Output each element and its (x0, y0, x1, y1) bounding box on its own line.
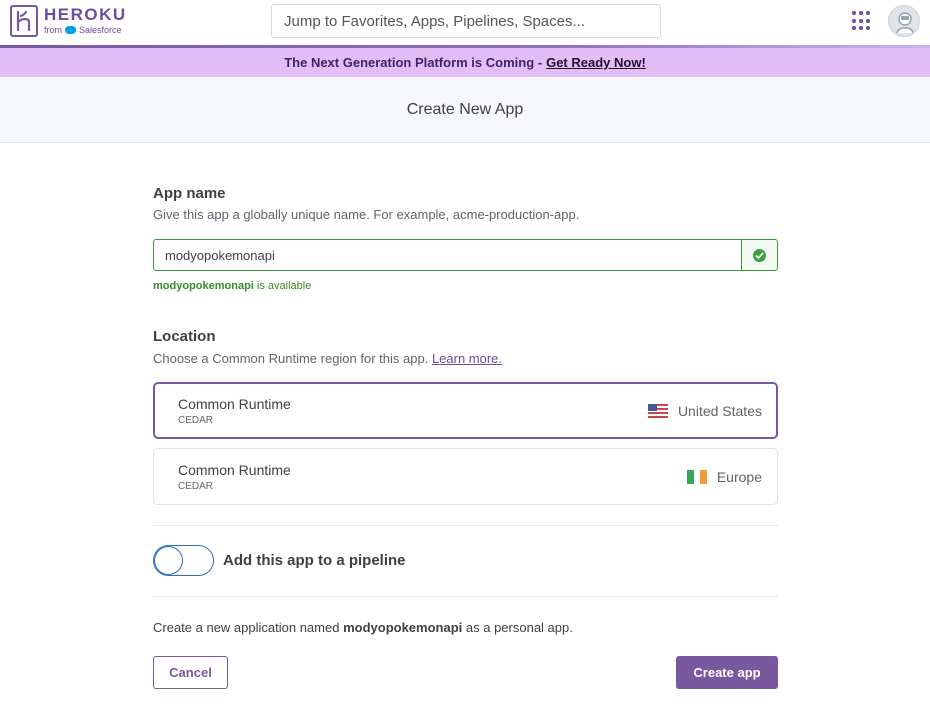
create-summary: Create a new application named modyopoke… (153, 620, 573, 635)
banner-text: The Next Generation Platform is Coming - (284, 55, 543, 70)
region-place: United States (677, 403, 762, 419)
region-title: Common Runtime (178, 396, 291, 412)
available-app-name: modyopokemonapi (153, 280, 254, 292)
us-flag-icon (647, 404, 668, 418)
search-input[interactable] (271, 4, 661, 38)
available-suffix: is available (256, 280, 312, 292)
location-hint-text: Choose a Common Runtime region for this … (153, 351, 429, 366)
summary-prefix: Create a new application named (153, 620, 340, 635)
summary-suffix: as a personal app. (465, 620, 573, 635)
availability-message: modyopokemonapi is available (153, 280, 311, 292)
pipeline-toggle[interactable] (153, 545, 214, 576)
app-name-input[interactable] (153, 239, 741, 271)
learn-more-link[interactable]: Learn more. (432, 351, 502, 366)
pipeline-toggle-label: Add this app to a pipeline (223, 552, 406, 569)
region-subtitle: CEDAR (178, 481, 214, 492)
logo-from-salesforce: from Salesforce (44, 25, 122, 35)
cancel-button[interactable]: Cancel (153, 656, 228, 689)
region-subtitle: CEDAR (178, 415, 214, 426)
availability-indicator (741, 239, 778, 271)
location-hint: Choose a Common Runtime region for this … (153, 351, 502, 366)
announcement-banner: The Next Generation Platform is Coming -… (0, 48, 930, 77)
region-title: Common Runtime (178, 462, 291, 478)
app-launcher-grid-icon[interactable] (852, 11, 872, 31)
salesforce-cloud-icon (65, 26, 76, 34)
page-title: Create New App (406, 100, 524, 118)
summary-app-name: modyopokemonapi (343, 620, 463, 635)
app-name-label: App name (153, 185, 226, 202)
ireland-flag-icon (686, 470, 707, 484)
region-option-europe[interactable]: Common Runtime CEDAR Europe (153, 448, 778, 505)
logo-from-label: from (44, 25, 62, 35)
region-place: Europe (716, 469, 762, 485)
user-avatar-icon (896, 12, 914, 34)
section-divider (153, 525, 778, 526)
create-app-button[interactable]: Create app (676, 656, 778, 689)
top-header: HEROKU from Salesforce (0, 0, 930, 46)
location-label: Location (153, 328, 216, 345)
app-name-hint: Give this app a globally unique name. Fo… (153, 207, 580, 222)
region-location: Europe (686, 469, 762, 485)
check-circle-icon (753, 249, 766, 262)
banner-link[interactable]: Get Ready Now! (546, 55, 646, 70)
page-title-bar: Create New App (0, 77, 930, 143)
section-divider (153, 596, 778, 597)
heroku-logo-icon[interactable] (10, 5, 38, 37)
user-avatar[interactable] (888, 5, 920, 37)
region-option-united-states[interactable]: Common Runtime CEDAR United States (153, 382, 778, 439)
logo-salesforce-label: Salesforce (79, 25, 122, 35)
logo-text[interactable]: HEROKU (44, 5, 127, 25)
toggle-knob (154, 546, 183, 575)
region-location: United States (647, 403, 762, 419)
